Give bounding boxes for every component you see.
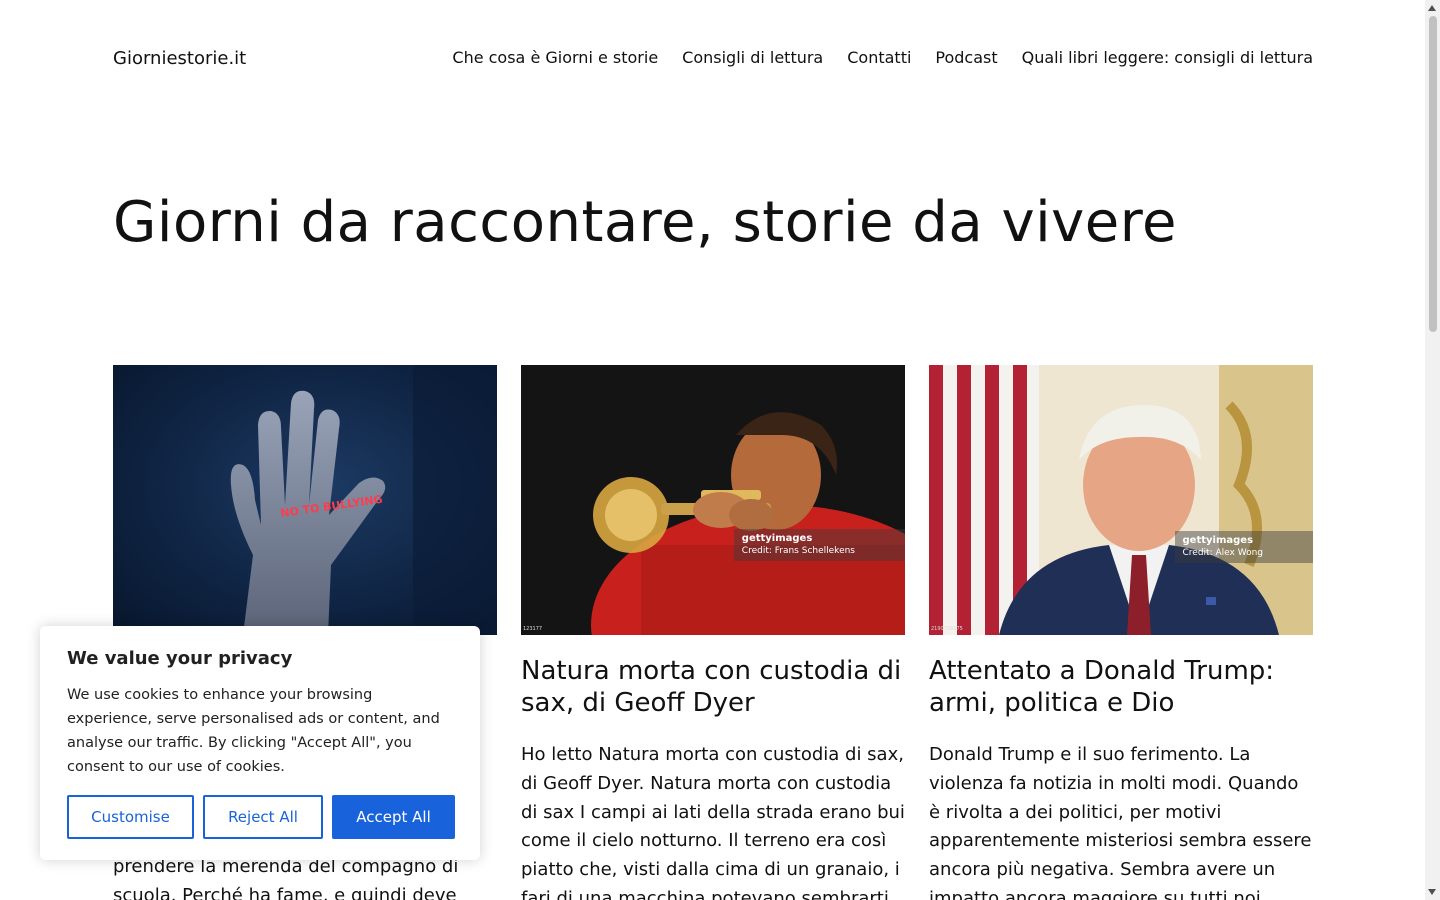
page-title: Giorni da raccontare, storie da vivere (113, 190, 1177, 255)
nav-item-podcast[interactable]: Podcast (935, 48, 997, 67)
post-excerpt: Ho letto Natura morta con custodia di sa… (521, 744, 905, 900)
image-credit: gettyimages Credit: Alex Wong (1174, 531, 1313, 563)
post-title[interactable]: Natura morta con custodia di sax, di Geo… (521, 655, 905, 719)
scrollbar-thumb[interactable] (1429, 16, 1437, 332)
nav-item-about[interactable]: Che cosa è Giorni e storie (452, 48, 658, 67)
post-image-hand[interactable]: NO TO BULLYING (113, 365, 497, 635)
credit-text: Credit: Frans Schellekens (741, 546, 855, 556)
post-excerpt: prendere la merenda del compagno di scuo… (113, 856, 459, 900)
post-card: gettyimages Credit: Alex Wong 2190799175… (929, 365, 1313, 900)
nav-item-reading-tips[interactable]: Consigli di lettura (682, 48, 823, 67)
cookie-buttons: Customise Reject All Accept All (67, 795, 455, 839)
accept-all-button[interactable]: Accept All (332, 795, 455, 839)
credit-text: Credit: Alex Wong (1182, 548, 1263, 558)
image-credit: gettyimages Credit: Frans Schellekens (733, 529, 905, 561)
scroll-down-arrow-icon[interactable] (1428, 889, 1436, 895)
nav-item-contacts[interactable]: Contatti (847, 48, 911, 67)
cookie-text: We use cookies to enhance your browsing … (67, 687, 440, 775)
post-card: NO TO BULLYING (113, 365, 497, 635)
getty-brand: gettyimages (1182, 535, 1254, 546)
image-id: 2190799175 (931, 626, 963, 632)
page-scrollbar[interactable] (1425, 0, 1440, 900)
post-title[interactable]: Attentato a Donald Trump: armi, politica… (929, 655, 1313, 719)
cookie-title: We value your privacy (67, 648, 293, 669)
image-id: 123177 (523, 626, 543, 632)
nav-item-which-books[interactable]: Quali libri leggere: consigli di lettura (1022, 48, 1313, 67)
post-card: gettyimages Credit: Frans Schellekens 12… (521, 365, 905, 900)
customise-button[interactable]: Customise (67, 795, 194, 839)
post-image-trumpeter[interactable]: gettyimages Credit: Frans Schellekens 12… (521, 365, 905, 635)
post-excerpt: Donald Trump e il suo ferimento. La viol… (929, 744, 1312, 900)
reject-all-button[interactable]: Reject All (203, 795, 323, 839)
site-title-link[interactable]: Giorniestorie.it (113, 48, 246, 69)
scroll-up-arrow-icon[interactable] (1428, 5, 1436, 11)
cookie-consent-banner: We value your privacy We use cookies to … (40, 626, 480, 860)
getty-brand: gettyimages (741, 533, 813, 544)
page: Giorniestorie.it Che cosa è Giorni e sto… (0, 0, 1425, 900)
post-image-trump[interactable]: gettyimages Credit: Alex Wong 2190799175 (929, 365, 1313, 635)
site-header: Giorniestorie.it Che cosa è Giorni e sto… (113, 48, 1313, 74)
main-navigation: Che cosa è Giorni e storie Consigli di l… (452, 48, 1313, 67)
